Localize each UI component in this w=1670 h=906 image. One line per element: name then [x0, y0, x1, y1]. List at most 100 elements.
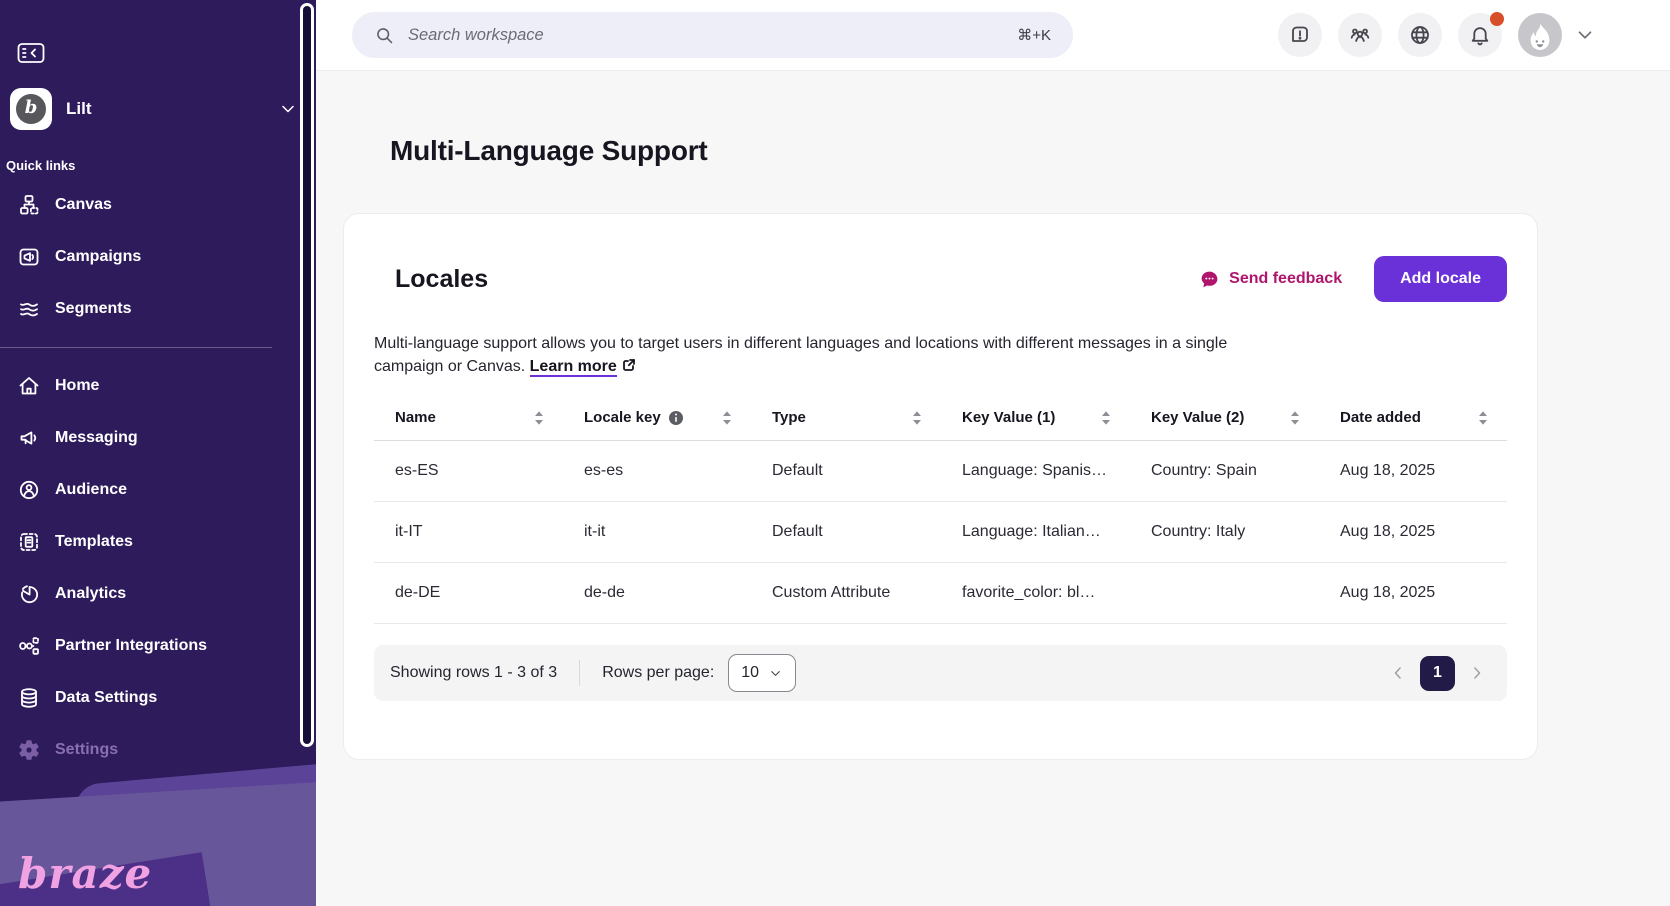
card-actions: Send feedback Add locale — [1199, 256, 1507, 302]
sidebar-item-label: Settings — [55, 741, 118, 759]
cell-locale-key: it-it — [563, 523, 751, 541]
search-input[interactable]: Search workspace ⌘+K — [352, 12, 1073, 58]
sidebar-item-analytics[interactable]: Analytics — [0, 568, 316, 620]
cell-key-value-1: favorite_color: bl… — [941, 584, 1130, 602]
workspace-logo-letter: b — [25, 99, 38, 119]
page-number-button[interactable]: 1 — [1420, 656, 1455, 691]
feedback-bubble-icon — [1199, 269, 1220, 290]
language-button[interactable] — [1398, 13, 1442, 57]
rows-per-page-value: 10 — [741, 664, 759, 682]
sidebar-item-home[interactable]: Home — [0, 360, 316, 412]
column-header-key-value-1[interactable]: Key Value (1) — [941, 409, 1130, 426]
column-header-type[interactable]: Type — [751, 409, 941, 426]
sort-icon[interactable] — [533, 410, 545, 426]
table-row[interactable]: de-DE de-de Custom Attribute favorite_co… — [374, 563, 1507, 624]
cell-type: Default — [751, 462, 941, 480]
learn-more-link[interactable]: Learn more — [530, 358, 617, 377]
account-avatar[interactable] — [1518, 13, 1562, 57]
teams-button[interactable] — [1338, 13, 1382, 57]
canvas-icon — [17, 193, 41, 217]
rows-count-text: Showing rows 1 - 3 of 3 — [390, 664, 557, 682]
notifications-button[interactable] — [1458, 13, 1502, 57]
table-row[interactable]: it-IT it-it Default Language: Italian… C… — [374, 502, 1507, 563]
sidebar-item-settings[interactable]: Settings — [0, 724, 316, 776]
cell-key-value-1: Language: Spanis… — [941, 462, 1130, 480]
sidebar-scrollbar[interactable] — [300, 3, 314, 747]
send-feedback-label: Send feedback — [1229, 270, 1342, 288]
sort-icon[interactable] — [1477, 410, 1489, 426]
segments-icon — [17, 297, 41, 321]
sidebar-item-campaigns[interactable]: Campaigns — [0, 231, 316, 283]
sort-icon[interactable] — [1100, 410, 1112, 426]
sidebar-item-templates[interactable]: Templates — [0, 516, 316, 568]
account-menu-chevron-icon[interactable] — [1574, 24, 1596, 46]
add-locale-button[interactable]: Add locale — [1374, 256, 1507, 302]
table-footer: Showing rows 1 - 3 of 3 Rows per page: 1… — [374, 645, 1507, 701]
chevron-down-icon — [278, 99, 298, 119]
sidebar-item-partner-integrations[interactable]: Partner Integrations — [0, 620, 316, 672]
home-icon — [17, 374, 41, 398]
sidebar-collapse-button[interactable] — [16, 40, 46, 66]
sidebar-item-canvas[interactable]: Canvas — [0, 179, 316, 231]
cell-type: Default — [751, 523, 941, 541]
people-icon — [1348, 23, 1372, 47]
column-header-key-value-2[interactable]: Key Value (2) — [1130, 409, 1319, 426]
cell-name: de-DE — [374, 584, 563, 602]
table-header-row: Name Locale key Type Key Value (1) — [374, 395, 1507, 441]
topbar-actions — [1278, 13, 1596, 57]
sidebar-item-data-settings[interactable]: Data Settings — [0, 672, 316, 724]
sort-icon[interactable] — [721, 410, 733, 426]
card-header: Locales Send feedback Add locale — [374, 256, 1507, 302]
next-page-button[interactable] — [1467, 663, 1487, 683]
sidebar-item-label: Partner Integrations — [55, 637, 207, 655]
send-feedback-link[interactable]: Send feedback — [1199, 269, 1342, 290]
previous-page-button[interactable] — [1388, 663, 1408, 683]
column-header-name[interactable]: Name — [374, 409, 563, 426]
cell-date-added: Aug 18, 2025 — [1319, 462, 1507, 480]
settings-icon — [17, 738, 41, 762]
column-header-locale-key[interactable]: Locale key — [563, 409, 751, 426]
sidebar-item-label: Home — [55, 377, 99, 395]
cell-locale-key: de-de — [563, 584, 751, 602]
notification-badge — [1490, 12, 1504, 26]
sort-icon[interactable] — [911, 410, 923, 426]
search-shortcut-hint: ⌘+K — [1017, 26, 1051, 44]
table-row[interactable]: es-ES es-es Default Language: Spanis… Co… — [374, 441, 1507, 502]
cell-key-value-2: Country: Italy — [1130, 523, 1319, 541]
braze-brand-logo: braze — [18, 849, 152, 898]
main-area: Search workspace ⌘+K — [316, 0, 1670, 906]
footer-divider — [579, 660, 580, 686]
quick-links-heading: Quick links — [6, 158, 316, 173]
sidebar-item-label: Templates — [55, 533, 133, 551]
rows-per-page-select[interactable]: 10 — [728, 654, 796, 692]
cell-key-value-2: Country: Spain — [1130, 462, 1319, 480]
workspace-switcher[interactable]: b Lilt — [0, 86, 316, 132]
sidebar-item-messaging[interactable]: Messaging — [0, 412, 316, 464]
braze-workspace-logo: b — [10, 88, 52, 130]
sidebar-item-audience[interactable]: Audience — [0, 464, 316, 516]
locales-table: Name Locale key Type Key Value (1) — [374, 395, 1507, 701]
data-settings-icon — [17, 686, 41, 710]
sidebar-item-label: Campaigns — [55, 248, 141, 266]
analytics-icon — [17, 582, 41, 606]
info-icon[interactable] — [668, 410, 684, 426]
rows-per-page-label: Rows per page: — [602, 664, 714, 682]
globe-icon — [1408, 23, 1432, 47]
sidebar-item-label: Data Settings — [55, 689, 157, 707]
sort-icon[interactable] — [1289, 410, 1301, 426]
messaging-icon — [17, 426, 41, 450]
templates-icon — [17, 530, 41, 554]
pagination: 1 — [1388, 656, 1487, 691]
collapse-sidebar-icon — [16, 40, 46, 66]
partner-integrations-icon — [17, 634, 41, 658]
sidebar-item-label: Audience — [55, 481, 127, 499]
column-header-date-added[interactable]: Date added — [1319, 409, 1507, 426]
alert-feedback-button[interactable] — [1278, 13, 1322, 57]
chevron-down-icon — [768, 666, 783, 681]
locales-card: Locales Send feedback Add locale Multi-l… — [343, 213, 1538, 760]
sidebar-item-segments[interactable]: Segments — [0, 283, 316, 335]
cell-name: it-IT — [374, 523, 563, 541]
search-placeholder: Search workspace — [408, 26, 544, 45]
external-link-icon — [622, 358, 636, 372]
card-title: Locales — [395, 265, 488, 294]
